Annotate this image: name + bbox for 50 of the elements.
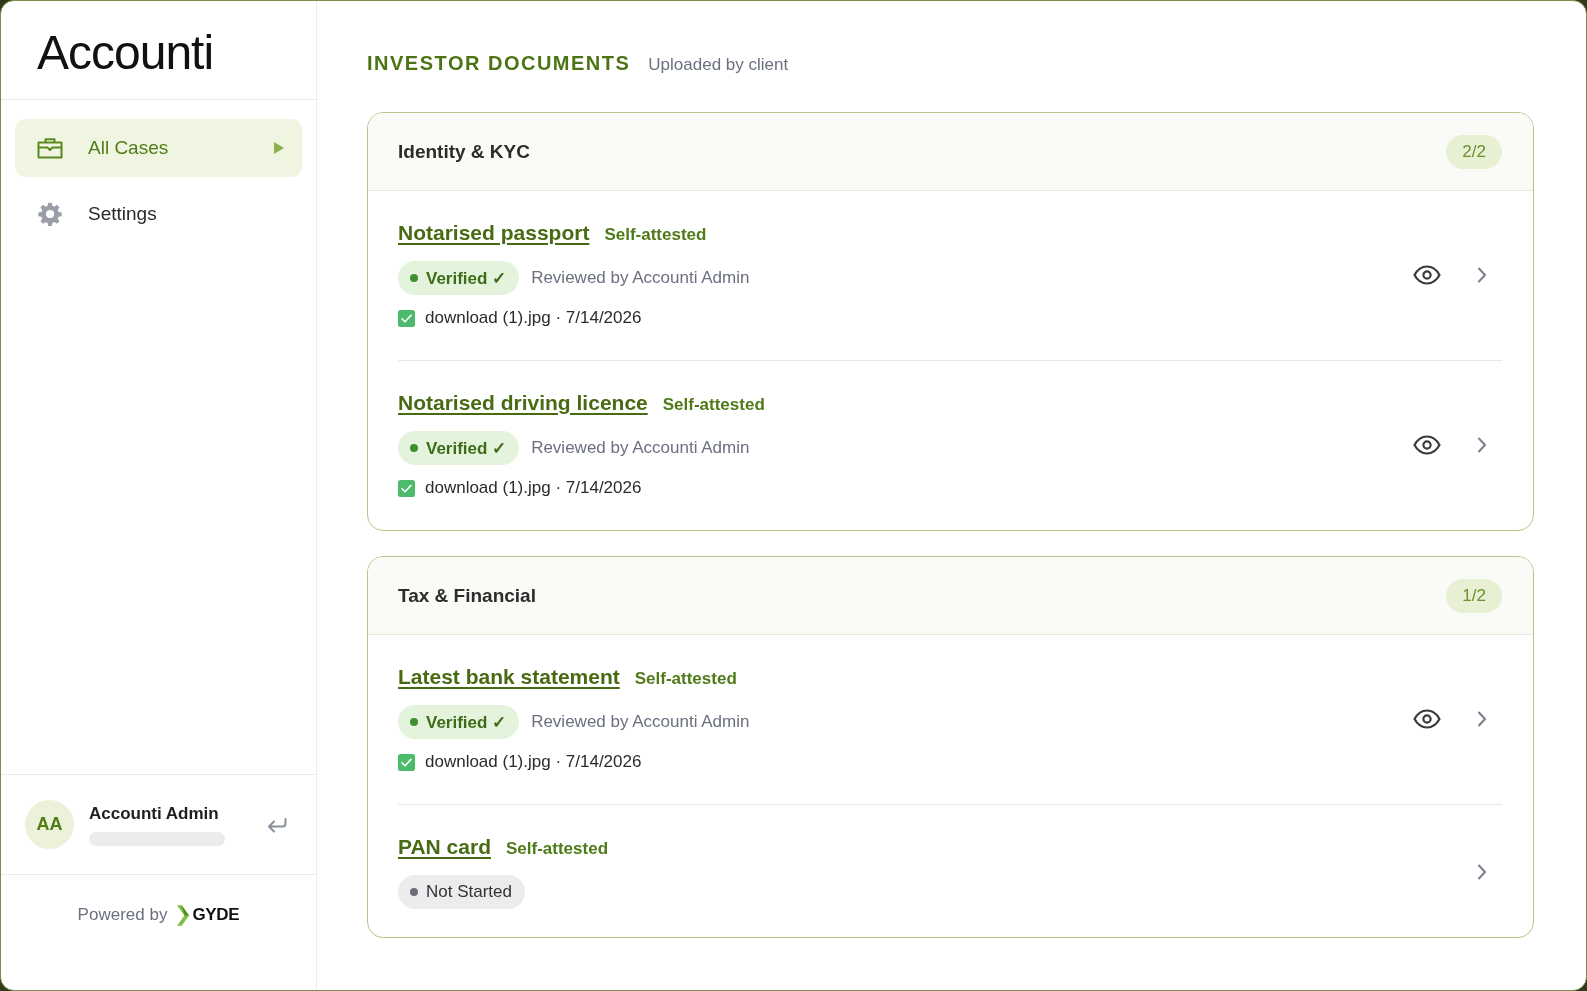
nav-item[interactable]: Settings	[15, 185, 302, 243]
app-logo: Accounti	[37, 28, 214, 77]
eye-icon[interactable]	[1413, 434, 1441, 455]
eye-icon[interactable]	[1413, 708, 1441, 729]
file-name: download (1).jpg · 7/14/2026	[425, 752, 642, 772]
status-dot-icon	[410, 888, 418, 896]
page-title: INVESTOR DOCUMENTS	[367, 52, 631, 75]
status-label: Verified ✓	[426, 437, 507, 459]
attestation-label: Self-attested	[506, 839, 608, 859]
nav-item[interactable]: All Cases	[15, 119, 302, 177]
avatar: AA	[25, 800, 74, 849]
checkbox[interactable]	[398, 753, 415, 771]
reviewer-text: Reviewed by Accounti Admin	[531, 712, 750, 732]
page-subtitle: Uploaded by client	[648, 55, 789, 75]
triangle-icon	[274, 142, 284, 154]
user-name: Accounti Admin	[89, 803, 220, 824]
status-dot-icon	[410, 274, 418, 282]
document-link[interactable]: PAN card	[398, 835, 491, 859]
status-dot-icon	[410, 718, 418, 726]
document-link[interactable]: Notarised driving licence	[398, 391, 648, 415]
status-label: Verified ✓	[426, 267, 507, 289]
chevron-mark-icon	[177, 905, 191, 926]
reviewer-text: Reviewed by Accounti Admin	[531, 438, 750, 458]
chevron-right-icon[interactable]	[1477, 864, 1487, 880]
return-arrow-icon[interactable]	[267, 816, 287, 833]
status-dot-icon	[410, 444, 418, 452]
document-link[interactable]: Notarised passport	[398, 221, 590, 245]
chevron-right-icon[interactable]	[1477, 436, 1487, 453]
status-label: Not Started	[426, 882, 512, 902]
checkbox[interactable]	[398, 479, 415, 497]
file-name: download (1).jpg · 7/14/2026	[425, 478, 642, 498]
powered-by-text: Powered by	[77, 905, 168, 925]
attestation-label: Self-attested	[604, 225, 707, 245]
file-name: download (1).jpg · 7/14/2026	[425, 308, 642, 328]
briefcase-icon	[37, 137, 63, 159]
eye-icon[interactable]	[1413, 264, 1441, 285]
count-badge: 2/2	[1446, 134, 1502, 169]
chevron-right-icon[interactable]	[1477, 710, 1487, 727]
gear-icon	[37, 201, 63, 227]
checkbox[interactable]	[398, 309, 415, 327]
attestation-label: Self-attested	[634, 669, 737, 689]
chevron-right-icon[interactable]	[1477, 266, 1487, 283]
document-link[interactable]: Latest bank statement	[398, 665, 620, 689]
section-title: Tax & Financial	[398, 584, 536, 607]
reviewer-text: Reviewed by Accounti Admin	[531, 268, 750, 288]
section-title: Identity & KYC	[398, 140, 530, 163]
count-badge: 1/2	[1446, 578, 1502, 613]
status-label: Verified ✓	[426, 711, 507, 733]
attestation-label: Self-attested	[662, 395, 765, 415]
brand-name: GYDE	[192, 905, 240, 925]
